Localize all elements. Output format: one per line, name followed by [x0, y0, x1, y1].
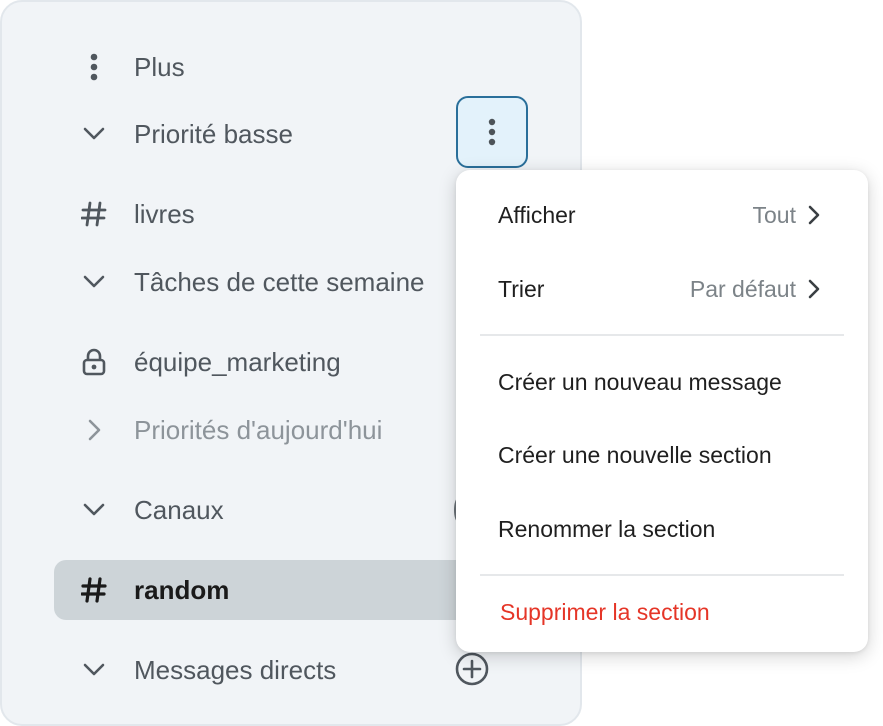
menu-item-label: Trier [498, 275, 545, 302]
sidebar-item-label: Plus [134, 51, 185, 82]
channel-item-random[interactable]: random [54, 560, 474, 620]
chevron-down-icon [54, 663, 134, 677]
section-header-label: Priorités d'aujourd'hui [134, 414, 383, 445]
section-header-label: Canaux [134, 494, 224, 525]
sidebar-item-more[interactable]: Plus [54, 37, 494, 97]
chevron-right-icon [54, 419, 134, 441]
menu-item-sort[interactable]: Trier Par défaut [456, 257, 868, 321]
menu-divider [480, 574, 844, 576]
menu-item-delete-section[interactable]: Supprimer la section [456, 580, 868, 644]
more-vertical-icon [54, 53, 134, 81]
menu-item-label: Créer une nouvelle section [498, 441, 772, 468]
channel-label: équipe_marketing [134, 346, 341, 377]
channel-label: livres [134, 198, 195, 229]
section-header-label: Priorité basse [134, 118, 293, 149]
lock-icon [54, 348, 134, 376]
section-header-label: Tâches de cette semaine [134, 266, 425, 297]
section-header-today-priorities[interactable]: Priorités d'aujourd'hui [54, 400, 494, 460]
menu-item-show[interactable]: Afficher Tout [456, 183, 868, 247]
menu-item-label: Renommer la section [498, 515, 716, 542]
section-header-direct-messages[interactable]: Messages directs [54, 640, 494, 700]
section-header-this-week[interactable]: Tâches de cette semaine [54, 252, 494, 312]
add-direct-message-button[interactable] [455, 652, 489, 686]
hash-icon [54, 577, 134, 603]
channel-item-marketing[interactable]: équipe_marketing [54, 332, 494, 392]
plus-circle-icon [455, 652, 489, 686]
menu-item-label: Afficher [498, 201, 576, 228]
section-options-button[interactable] [456, 96, 528, 168]
chevron-down-icon [54, 503, 134, 517]
chevron-down-icon [54, 275, 134, 289]
menu-item-value: Tout [752, 201, 796, 228]
menu-item-label: Créer un nouveau message [498, 368, 782, 395]
section-context-menu: Afficher Tout Trier Par défaut Créer un … [456, 170, 868, 652]
menu-item-label: Supprimer la section [500, 598, 710, 625]
chevron-right-icon [808, 279, 820, 299]
section-header-label: Messages directs [134, 654, 337, 685]
chevron-right-icon [808, 205, 820, 225]
more-vertical-icon [487, 118, 497, 146]
menu-divider [480, 334, 844, 336]
section-header-low-priority[interactable]: Priorité basse [54, 104, 494, 164]
chevron-down-icon [54, 127, 134, 141]
menu-item-new-section[interactable]: Créer une nouvelle section [456, 423, 868, 487]
hash-icon [54, 201, 134, 227]
menu-item-new-message[interactable]: Créer un nouveau message [456, 350, 868, 414]
channel-item-livres[interactable]: livres [54, 184, 494, 244]
menu-item-value: Par défaut [689, 275, 796, 302]
channel-label: random [134, 574, 230, 605]
section-header-channels[interactable]: Canaux [54, 480, 494, 540]
menu-item-rename-section[interactable]: Renommer la section [456, 497, 868, 561]
